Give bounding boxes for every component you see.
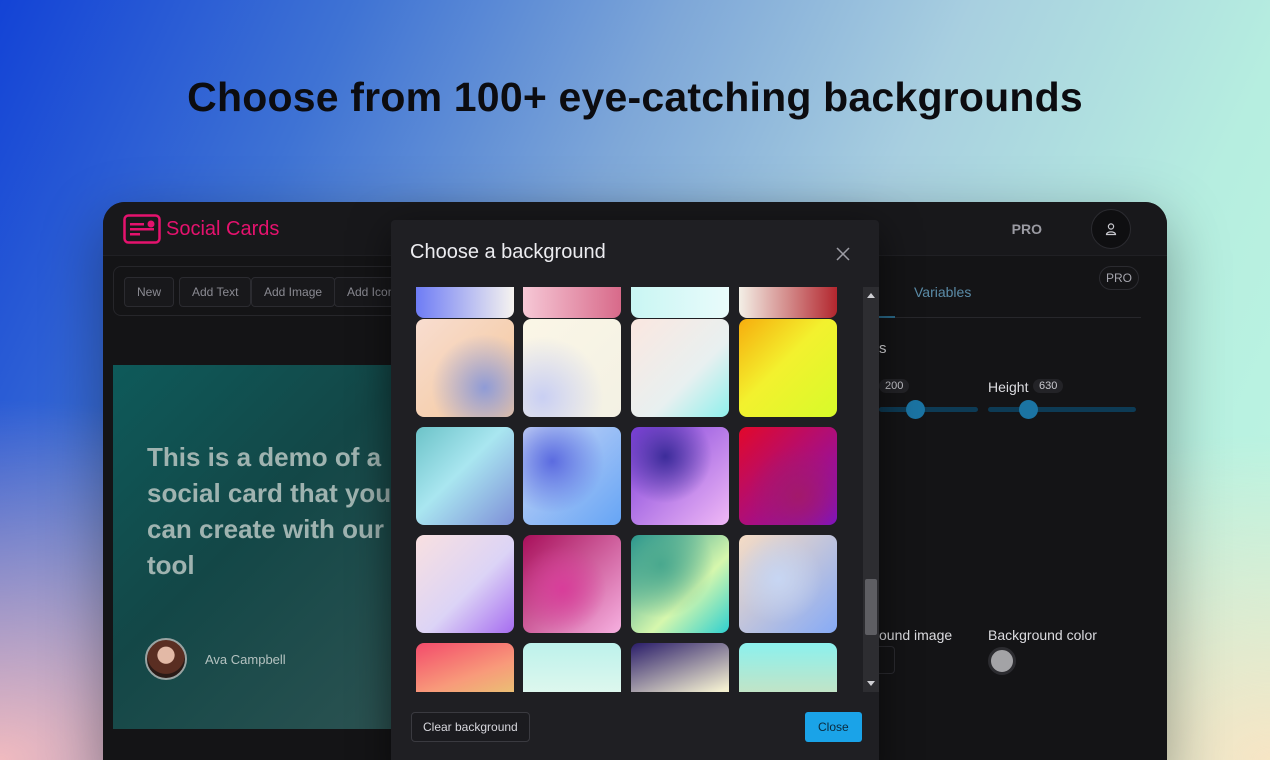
- pro-link[interactable]: PRO: [1012, 221, 1042, 237]
- background-image-button[interactable]: [879, 646, 895, 674]
- background-tile[interactable]: [523, 287, 621, 318]
- height-value: 630: [1033, 379, 1064, 393]
- background-color-label: Background color: [988, 627, 1097, 643]
- grid-scrollbar[interactable]: [863, 287, 879, 692]
- scroll-up-icon[interactable]: [867, 293, 875, 298]
- active-tab-indicator: [879, 316, 895, 318]
- background-tile[interactable]: [739, 287, 837, 318]
- background-tile[interactable]: [416, 643, 514, 692]
- editor-toolbar: New Add Text Add Image Add Icon: [113, 266, 413, 316]
- background-grid: [416, 287, 838, 692]
- background-tile[interactable]: [631, 643, 729, 692]
- height-slider[interactable]: [988, 407, 1136, 412]
- background-tile[interactable]: [416, 427, 514, 525]
- background-tile[interactable]: [739, 319, 837, 417]
- background-tile[interactable]: [739, 535, 837, 633]
- close-icon[interactable]: [835, 246, 851, 262]
- author-avatar: [145, 638, 187, 680]
- width-value: 200: [879, 379, 910, 393]
- modal-title: Choose a background: [410, 241, 606, 263]
- properties-panel: PRO Variables s 200 Height 630 ound imag…: [879, 256, 1167, 760]
- add-image-button[interactable]: Add Image: [251, 277, 336, 307]
- background-tile[interactable]: [523, 643, 621, 692]
- height-slider-handle[interactable]: [1018, 400, 1038, 419]
- background-tile[interactable]: [631, 427, 729, 525]
- pro-badge: PRO: [1099, 266, 1139, 290]
- scroll-down-icon[interactable]: [867, 681, 875, 686]
- background-tile[interactable]: [739, 643, 837, 692]
- account-button[interactable]: [1091, 209, 1131, 249]
- close-button[interactable]: Close: [805, 712, 862, 742]
- add-text-button[interactable]: Add Text: [179, 277, 252, 307]
- user-icon: [1105, 223, 1117, 236]
- width-slider-handle[interactable]: [905, 400, 925, 419]
- background-tile[interactable]: [631, 319, 729, 417]
- background-tile[interactable]: [416, 287, 514, 318]
- background-tile[interactable]: [523, 427, 621, 525]
- tab-variables[interactable]: Variables: [914, 284, 971, 300]
- background-tile[interactable]: [739, 427, 837, 525]
- scrollbar-thumb[interactable]: [865, 579, 877, 635]
- background-color-swatch[interactable]: [988, 647, 1016, 675]
- background-tile[interactable]: [416, 319, 514, 417]
- background-tile[interactable]: [416, 535, 514, 633]
- background-image-label: ound image: [879, 627, 953, 643]
- section-heading: s: [879, 340, 887, 357]
- author-name: Ava Campbell: [205, 652, 286, 667]
- background-tile[interactable]: [631, 287, 729, 318]
- new-button[interactable]: New: [124, 277, 175, 307]
- background-tile[interactable]: [523, 319, 621, 417]
- social-card-preview[interactable]: This is a demo of a social card that you…: [113, 365, 413, 729]
- clear-background-button[interactable]: Clear background: [411, 712, 530, 742]
- width-slider[interactable]: [879, 407, 978, 412]
- page-headline: Choose from 100+ eye-catching background…: [187, 74, 1083, 120]
- background-picker-modal: Choose a background Clear background Clo…: [391, 220, 879, 760]
- background-tile[interactable]: [523, 535, 621, 633]
- tab-divider: [879, 317, 1141, 318]
- social-cards-logo-icon: [123, 214, 161, 244]
- height-label: Height: [988, 379, 1029, 395]
- background-tile[interactable]: [631, 535, 729, 633]
- app-logo-text: Social Cards: [166, 218, 280, 240]
